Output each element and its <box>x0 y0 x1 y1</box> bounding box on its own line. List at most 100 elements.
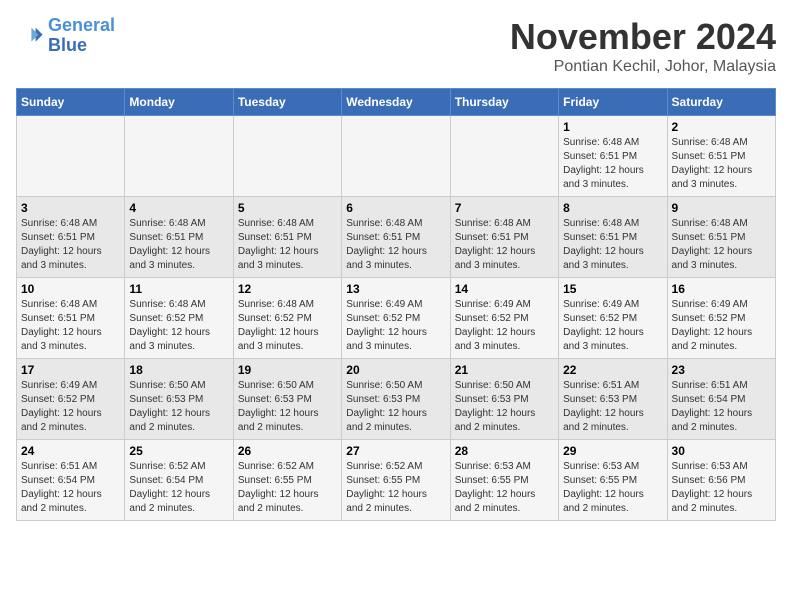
page-title: November 2024 <box>510 16 776 58</box>
calendar-cell: 1 Sunrise: 6:48 AM Sunset: 6:51 PM Daylig… <box>559 116 667 197</box>
calendar-week-row: 10 Sunrise: 6:48 AM Sunset: 6:51 PM Dayli… <box>17 278 776 359</box>
header: General Blue November 2024 Pontian Kechi… <box>16 16 776 76</box>
day-number: 15 <box>563 282 662 296</box>
day-number: 21 <box>455 363 554 377</box>
day-number: 23 <box>672 363 771 377</box>
calendar-cell: 24 Sunrise: 6:51 AM Sunset: 6:54 PM Dayli… <box>17 440 125 521</box>
calendar-week-row: 1 Sunrise: 6:48 AM Sunset: 6:51 PM Daylig… <box>17 116 776 197</box>
calendar-header-row: SundayMondayTuesdayWednesdayThursdayFrid… <box>17 89 776 116</box>
calendar-cell: 21 Sunrise: 6:50 AM Sunset: 6:53 PM Dayli… <box>450 359 558 440</box>
day-detail: Sunrise: 6:48 AM Sunset: 6:51 PM Dayligh… <box>21 298 120 354</box>
day-detail: Sunrise: 6:48 AM Sunset: 6:51 PM Dayligh… <box>672 217 771 273</box>
calendar-week-row: 3 Sunrise: 6:48 AM Sunset: 6:51 PM Daylig… <box>17 197 776 278</box>
day-detail: Sunrise: 6:48 AM Sunset: 6:51 PM Dayligh… <box>346 217 445 273</box>
calendar-cell: 4 Sunrise: 6:48 AM Sunset: 6:51 PM Daylig… <box>125 197 233 278</box>
day-number: 9 <box>672 201 771 215</box>
day-detail: Sunrise: 6:49 AM Sunset: 6:52 PM Dayligh… <box>346 298 445 354</box>
day-detail: Sunrise: 6:51 AM Sunset: 6:54 PM Dayligh… <box>21 460 120 516</box>
calendar-cell <box>450 116 558 197</box>
day-detail: Sunrise: 6:53 AM Sunset: 6:55 PM Dayligh… <box>455 460 554 516</box>
day-detail: Sunrise: 6:48 AM Sunset: 6:51 PM Dayligh… <box>563 136 662 192</box>
calendar-week-row: 24 Sunrise: 6:51 AM Sunset: 6:54 PM Dayli… <box>17 440 776 521</box>
day-number: 14 <box>455 282 554 296</box>
calendar-cell: 6 Sunrise: 6:48 AM Sunset: 6:51 PM Daylig… <box>342 197 450 278</box>
day-detail: Sunrise: 6:48 AM Sunset: 6:51 PM Dayligh… <box>21 217 120 273</box>
day-number: 17 <box>21 363 120 377</box>
day-detail: Sunrise: 6:48 AM Sunset: 6:51 PM Dayligh… <box>238 217 337 273</box>
day-number: 4 <box>129 201 228 215</box>
calendar-cell: 15Sunrise: 6:49 AM Sunset: 6:52 PM Dayli… <box>559 278 667 359</box>
day-number: 10 <box>21 282 120 296</box>
day-detail: Sunrise: 6:48 AM Sunset: 6:51 PM Dayligh… <box>129 217 228 273</box>
day-number: 7 <box>455 201 554 215</box>
day-number: 26 <box>238 444 337 458</box>
day-number: 1 <box>563 120 662 134</box>
day-detail: Sunrise: 6:48 AM Sunset: 6:51 PM Dayligh… <box>672 136 771 192</box>
calendar-cell: 9 Sunrise: 6:48 AM Sunset: 6:51 PM Daylig… <box>667 197 775 278</box>
header-sunday: Sunday <box>17 89 125 116</box>
day-number: 24 <box>21 444 120 458</box>
calendar-cell: 8Sunrise: 6:48 AM Sunset: 6:51 PM Daylig… <box>559 197 667 278</box>
day-number: 3 <box>21 201 120 215</box>
day-detail: Sunrise: 6:49 AM Sunset: 6:52 PM Dayligh… <box>21 379 120 435</box>
day-number: 25 <box>129 444 228 458</box>
day-number: 30 <box>672 444 771 458</box>
day-number: 20 <box>346 363 445 377</box>
day-detail: Sunrise: 6:48 AM Sunset: 6:52 PM Dayligh… <box>129 298 228 354</box>
day-detail: Sunrise: 6:49 AM Sunset: 6:52 PM Dayligh… <box>672 298 771 354</box>
day-number: 2 <box>672 120 771 134</box>
header-wednesday: Wednesday <box>342 89 450 116</box>
logo-text: General Blue <box>48 16 115 56</box>
day-number: 13 <box>346 282 445 296</box>
day-number: 16 <box>672 282 771 296</box>
calendar-cell: 2 Sunrise: 6:48 AM Sunset: 6:51 PM Daylig… <box>667 116 775 197</box>
calendar-cell: 7 Sunrise: 6:48 AM Sunset: 6:51 PM Daylig… <box>450 197 558 278</box>
day-detail: Sunrise: 6:53 AM Sunset: 6:56 PM Dayligh… <box>672 460 771 516</box>
calendar-table: SundayMondayTuesdayWednesdayThursdayFrid… <box>16 88 776 521</box>
day-detail: Sunrise: 6:52 AM Sunset: 6:54 PM Dayligh… <box>129 460 228 516</box>
day-number: 22 <box>563 363 662 377</box>
calendar-cell: 12Sunrise: 6:48 AM Sunset: 6:52 PM Dayli… <box>233 278 341 359</box>
calendar-cell: 22 Sunrise: 6:51 AM Sunset: 6:53 PM Dayli… <box>559 359 667 440</box>
day-detail: Sunrise: 6:49 AM Sunset: 6:52 PM Dayligh… <box>455 298 554 354</box>
header-thursday: Thursday <box>450 89 558 116</box>
calendar-cell: 25 Sunrise: 6:52 AM Sunset: 6:54 PM Dayli… <box>125 440 233 521</box>
calendar-cell: 26 Sunrise: 6:52 AM Sunset: 6:55 PM Dayli… <box>233 440 341 521</box>
day-number: 11 <box>129 282 228 296</box>
day-detail: Sunrise: 6:48 AM Sunset: 6:52 PM Dayligh… <box>238 298 337 354</box>
title-block: November 2024 Pontian Kechil, Johor, Mal… <box>510 16 776 76</box>
header-saturday: Saturday <box>667 89 775 116</box>
calendar-cell: 28Sunrise: 6:53 AM Sunset: 6:55 PM Dayli… <box>450 440 558 521</box>
calendar-cell <box>233 116 341 197</box>
day-number: 27 <box>346 444 445 458</box>
day-detail: Sunrise: 6:50 AM Sunset: 6:53 PM Dayligh… <box>346 379 445 435</box>
calendar-week-row: 17 Sunrise: 6:49 AM Sunset: 6:52 PM Dayli… <box>17 359 776 440</box>
logo: General Blue <box>16 16 115 56</box>
day-detail: Sunrise: 6:52 AM Sunset: 6:55 PM Dayligh… <box>238 460 337 516</box>
day-detail: Sunrise: 6:50 AM Sunset: 6:53 PM Dayligh… <box>129 379 228 435</box>
day-detail: Sunrise: 6:48 AM Sunset: 6:51 PM Dayligh… <box>455 217 554 273</box>
calendar-cell: 10 Sunrise: 6:48 AM Sunset: 6:51 PM Dayli… <box>17 278 125 359</box>
day-detail: Sunrise: 6:51 AM Sunset: 6:54 PM Dayligh… <box>672 379 771 435</box>
day-number: 18 <box>129 363 228 377</box>
calendar-cell: 29Sunrise: 6:53 AM Sunset: 6:55 PM Dayli… <box>559 440 667 521</box>
day-detail: Sunrise: 6:50 AM Sunset: 6:53 PM Dayligh… <box>455 379 554 435</box>
day-number: 19 <box>238 363 337 377</box>
calendar-cell: 5 Sunrise: 6:48 AM Sunset: 6:51 PM Daylig… <box>233 197 341 278</box>
header-monday: Monday <box>125 89 233 116</box>
calendar-cell <box>342 116 450 197</box>
calendar-cell: 13 Sunrise: 6:49 AM Sunset: 6:52 PM Dayli… <box>342 278 450 359</box>
day-number: 5 <box>238 201 337 215</box>
day-detail: Sunrise: 6:51 AM Sunset: 6:53 PM Dayligh… <box>563 379 662 435</box>
header-friday: Friday <box>559 89 667 116</box>
page-subtitle: Pontian Kechil, Johor, Malaysia <box>510 58 776 76</box>
calendar-cell: 23 Sunrise: 6:51 AM Sunset: 6:54 PM Dayli… <box>667 359 775 440</box>
calendar-cell: 18 Sunrise: 6:50 AM Sunset: 6:53 PM Dayli… <box>125 359 233 440</box>
day-detail: Sunrise: 6:52 AM Sunset: 6:55 PM Dayligh… <box>346 460 445 516</box>
day-number: 6 <box>346 201 445 215</box>
calendar-cell: 17 Sunrise: 6:49 AM Sunset: 6:52 PM Dayli… <box>17 359 125 440</box>
day-detail: Sunrise: 6:53 AM Sunset: 6:55 PM Dayligh… <box>563 460 662 516</box>
calendar-cell <box>17 116 125 197</box>
calendar-cell: 19Sunrise: 6:50 AM Sunset: 6:53 PM Dayli… <box>233 359 341 440</box>
calendar-cell: 14 Sunrise: 6:49 AM Sunset: 6:52 PM Dayli… <box>450 278 558 359</box>
